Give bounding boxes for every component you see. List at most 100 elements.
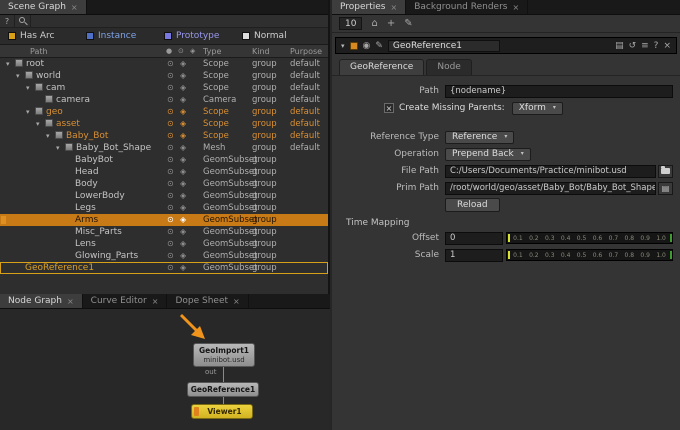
param-tab-georeference[interactable]: GeoReference [339, 59, 424, 75]
filter-help-button[interactable]: ? [0, 15, 15, 28]
expander-icon[interactable]: ▾ [26, 106, 35, 118]
expander-icon[interactable]: ▾ [36, 118, 45, 130]
visibility-icon[interactable]: ◈ [180, 178, 186, 190]
render-toggle-icon[interactable]: ⊙ [167, 166, 174, 178]
expander-icon[interactable]: ▾ [56, 142, 65, 154]
render-toggle-icon[interactable]: ⊙ [167, 94, 174, 106]
tree-row-root[interactable]: ▾root⊙◈Scopegroupdefault [0, 58, 328, 70]
render-toggle-icon[interactable]: ⊙ [167, 82, 174, 94]
node-viewer1[interactable]: Viewer1 [191, 404, 253, 419]
file-path-input[interactable]: C:/Users/Documents/Practice/minibot.usd [445, 165, 656, 178]
node-name-field[interactable]: GeoReference1 [388, 40, 500, 52]
tree-row-glowing-parts[interactable]: Glowing_Parts⊙◈GeomSubsetgroup [0, 250, 328, 262]
column-path[interactable]: Path [30, 47, 48, 56]
tree-row-baby-bot-shape[interactable]: ▾Baby_Bot_Shape⊙◈Meshgroupdefault [0, 142, 328, 154]
visibility-icon[interactable]: ◈ [180, 154, 186, 166]
render-toggle-icon[interactable]: ⊙ [167, 238, 174, 250]
scenegraph-pick-button[interactable]: ▤ [658, 182, 673, 195]
tree-row-arms[interactable]: Arms⊙◈GeomSubsetgroup [0, 214, 328, 226]
render-toggle-icon[interactable]: ⊙ [167, 130, 174, 142]
reload-button[interactable]: Reload [445, 198, 500, 212]
tree-row-head[interactable]: Head⊙◈GeomSubsetgroup [0, 166, 328, 178]
render-toggle-icon[interactable]: ⊙ [167, 262, 174, 274]
visibility-icon[interactable]: ◈ [180, 82, 186, 94]
close-icon[interactable]: × [233, 297, 240, 306]
render-toggle-icon[interactable]: ⊙ [167, 106, 174, 118]
visibility-icon[interactable]: ◈ [180, 202, 186, 214]
visibility-icon[interactable]: ◈ [180, 142, 186, 154]
visibility-icon[interactable]: ◈ [180, 226, 186, 238]
visibility-icon[interactable]: ◈ [180, 190, 186, 202]
visibility-icon[interactable]: ◈ [180, 166, 186, 178]
visibility-icon[interactable]: ◈ [180, 250, 186, 262]
visibility-icon[interactable]: ◈ [180, 238, 186, 250]
tree-row-body[interactable]: Body⊙◈GeomSubsetgroup [0, 178, 328, 190]
expander-icon[interactable]: ▾ [6, 58, 15, 70]
reference-type-dropdown[interactable]: Reference ▾ [445, 131, 514, 144]
operation-dropdown[interactable]: Prepend Back ▾ [445, 148, 531, 161]
tab-dope-sheet[interactable]: Dope Sheet× [167, 294, 248, 308]
tree-row-geo[interactable]: ▾geo⊙◈Scopegroupdefault [0, 106, 328, 118]
render-toggle-icon[interactable]: ⊙ [167, 190, 174, 202]
create-missing-dropdown[interactable]: Xform ▾ [512, 102, 563, 115]
visibility-icon[interactable]: ◈ [180, 118, 186, 130]
add-icon[interactable]: + [387, 18, 395, 29]
render-toggle-icon[interactable]: ⊙ [167, 142, 174, 154]
offset-slider[interactable]: 0.10.20.30.40.50.60.70.80.91.0 [506, 232, 673, 244]
edit-icon[interactable]: ✎ [404, 18, 412, 29]
visibility-icon[interactable]: ◈ [180, 130, 186, 142]
tree-row-lens[interactable]: Lens⊙◈GeomSubsetgroup [0, 238, 328, 250]
visibility-icon[interactable]: ◈ [180, 94, 186, 106]
tab-node-graph[interactable]: Node Graph× [0, 294, 83, 308]
render-toggle-icon[interactable]: ⊙ [167, 154, 174, 166]
reset-icon[interactable]: ↺ [629, 41, 637, 51]
tab-curve-editor[interactable]: Curve Editor× [83, 294, 168, 308]
visibility-icon[interactable]: ◈ [180, 58, 186, 70]
search-icon[interactable] [15, 15, 31, 28]
render-toggle-icon[interactable]: ⊙ [167, 214, 174, 226]
render-toggle-icon[interactable]: ⊙ [167, 226, 174, 238]
render-toggle-icon[interactable]: ⊙ [167, 250, 174, 262]
render-toggle-icon[interactable]: ⊙ [167, 202, 174, 214]
close-icon[interactable]: × [152, 297, 159, 306]
tab-scene-graph[interactable]: Scene Graph× [0, 0, 87, 14]
tab-properties[interactable]: Properties× [332, 0, 406, 14]
help-icon[interactable]: ? [654, 41, 659, 51]
column-purpose[interactable]: Purpose [290, 47, 322, 56]
close-icon[interactable]: × [67, 297, 74, 306]
node-geoimport1[interactable]: GeoImport1 minibot.usd [193, 343, 255, 367]
tree-row-misc-parts[interactable]: Misc_Parts⊙◈GeomSubsetgroup [0, 226, 328, 238]
expander-icon[interactable]: ▾ [46, 130, 55, 142]
close-icon[interactable]: × [512, 3, 519, 12]
visibility-icon[interactable]: ◈ [180, 106, 186, 118]
prim-path-input[interactable]: /root/world/geo/asset/Baby_Bot/Baby_Bot_… [445, 182, 656, 195]
visibility-icon[interactable]: ◈ [180, 262, 186, 274]
render-toggle-icon[interactable]: ⊙ [167, 70, 174, 82]
scale-value-field[interactable]: 1 [445, 249, 503, 262]
tree-row-babybot[interactable]: BabyBot⊙◈GeomSubsetgroup [0, 154, 328, 166]
param-tab-node[interactable]: Node [426, 59, 472, 75]
tree-row-asset[interactable]: ▾asset⊙◈Scopegroupdefault [0, 118, 328, 130]
expander-icon[interactable]: ▾ [26, 82, 35, 94]
close-icon[interactable]: × [663, 41, 671, 51]
expander-icon[interactable]: ▾ [16, 70, 25, 82]
node-georeference1[interactable]: GeoReference1 [187, 382, 259, 397]
close-icon[interactable]: × [390, 3, 397, 12]
render-toggle-icon[interactable]: ⊙ [167, 58, 174, 70]
frame-number-field[interactable]: 10 [339, 17, 362, 30]
tree-row-cam[interactable]: ▾cam⊙◈Scopegroupdefault [0, 82, 328, 94]
collapse-wedge-icon[interactable]: ▾ [341, 42, 345, 50]
close-icon[interactable]: × [71, 3, 78, 12]
path-input[interactable]: {nodename} [445, 85, 673, 98]
tree-row-georeference1[interactable]: GeoReference1⊙◈GeomSubsetgroup [0, 262, 328, 274]
create-missing-checkbox[interactable]: × [384, 103, 394, 113]
tree-row-legs[interactable]: Legs⊙◈GeomSubsetgroup [0, 202, 328, 214]
tree-row-baby-bot[interactable]: ▾Baby_Bot⊙◈Scopegroupdefault [0, 130, 328, 142]
home-icon[interactable]: ⌂ [371, 18, 377, 29]
tree-row-camera[interactable]: camera⊙◈Cameragroupdefault [0, 94, 328, 106]
column-type[interactable]: Type [203, 47, 221, 56]
scale-slider[interactable]: 0.10.20.30.40.50.60.70.80.91.0 [506, 249, 673, 261]
tree-row-world[interactable]: ▾world⊙◈Scopegroupdefault [0, 70, 328, 82]
edit-node-icon[interactable]: ✎ [375, 41, 383, 51]
menu-icon[interactable]: ≡ [641, 41, 649, 51]
